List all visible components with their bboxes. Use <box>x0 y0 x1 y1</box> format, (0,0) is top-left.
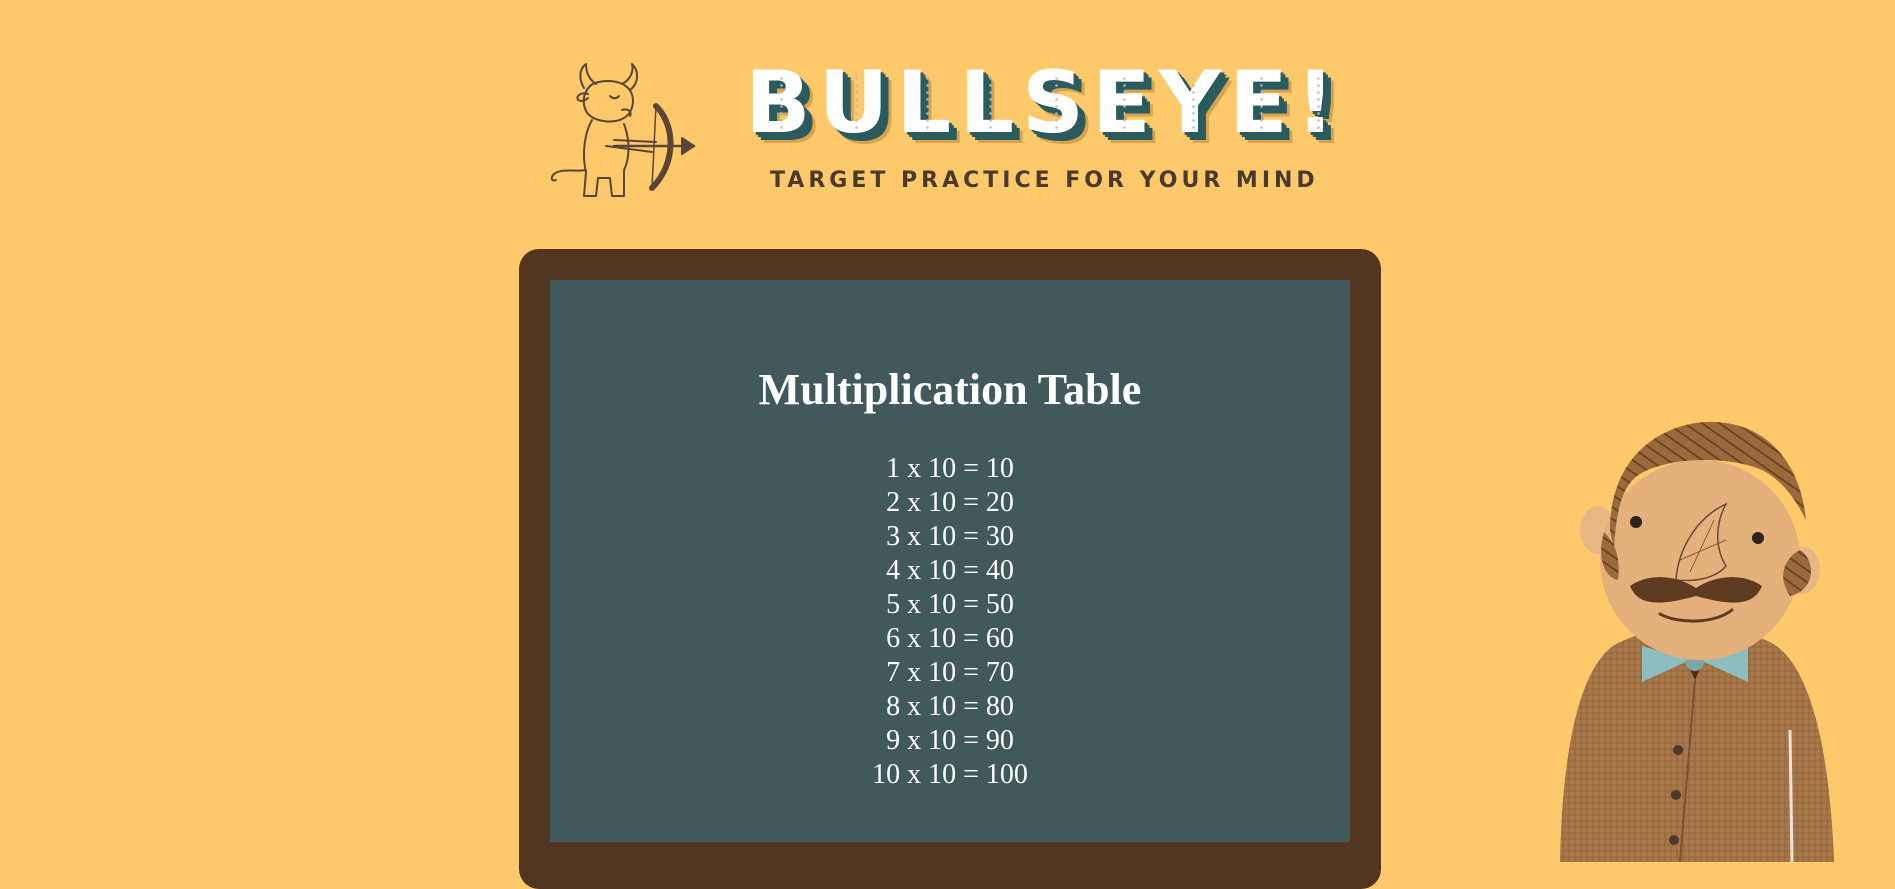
logo-letter: B <box>745 53 817 153</box>
table-row: 2 x 10 = 20 <box>886 487 1014 519</box>
logo-letter: L <box>959 53 1021 153</box>
logo-letter: S <box>1022 53 1090 153</box>
tagline: TARGET PRACTICE FOR YOUR MIND <box>770 168 1319 193</box>
logo-letter: U <box>818 53 895 153</box>
table-row: 1 x 10 = 10 <box>886 453 1014 485</box>
logo-letter: ! <box>1295 53 1341 153</box>
table-row: 8 x 10 = 80 <box>886 691 1014 723</box>
site-header: B U L L S E Y E ! TARGET PRACTICE FOR YO… <box>540 55 1360 215</box>
table-row: 10 x 10 = 100 <box>872 759 1028 791</box>
logo-letter: E <box>1229 53 1294 153</box>
multiplication-list: 1 x 10 = 10 2 x 10 = 20 3 x 10 = 30 4 x … <box>550 452 1350 792</box>
logo-letter: L <box>896 53 958 153</box>
page-title: Multiplication Table <box>758 365 1142 414</box>
bullseye-logo: B U L L S E Y E ! <box>745 60 1341 160</box>
table-row: 9 x 10 = 90 <box>886 725 1014 757</box>
chalkboard-frame: Multiplication Table 1 x 10 = 10 2 x 10 … <box>519 249 1381 889</box>
professor-illustration <box>1560 421 1834 862</box>
table-row: 7 x 10 = 70 <box>886 657 1014 689</box>
table-row: 4 x 10 = 40 <box>886 555 1014 587</box>
table-row: 3 x 10 = 30 <box>886 521 1014 553</box>
chalkboard: Multiplication Table 1 x 10 = 10 2 x 10 … <box>550 280 1350 842</box>
logo-letter: E <box>1091 53 1157 153</box>
bull-archer-icon <box>550 63 696 197</box>
table-row: 5 x 10 = 50 <box>886 589 1014 621</box>
logo-letter: Y <box>1158 53 1228 153</box>
table-row: 6 x 10 = 60 <box>886 623 1014 655</box>
